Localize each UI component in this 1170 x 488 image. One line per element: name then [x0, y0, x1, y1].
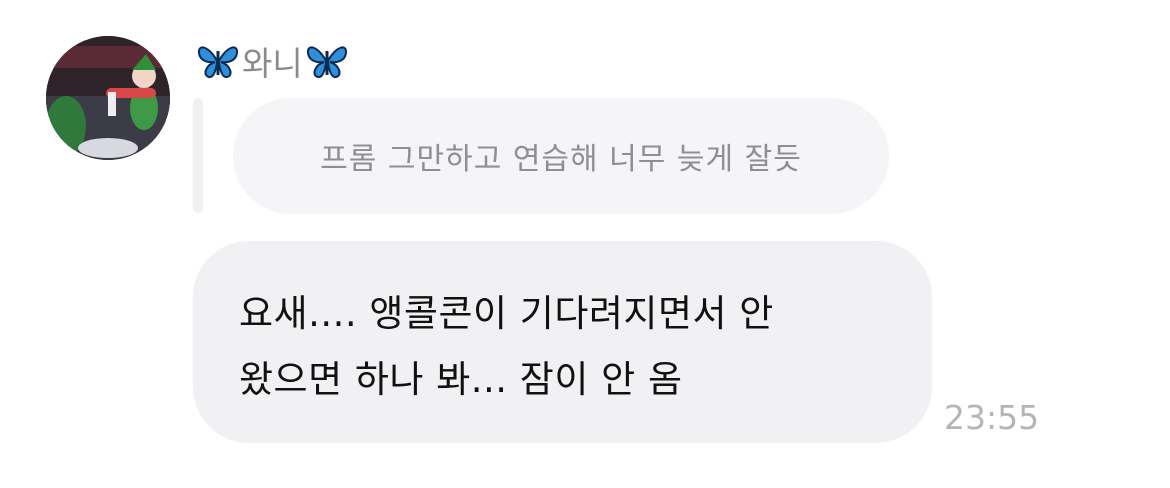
message-line: 요새.... 앵콜콘이 기다려지면서 안 [239, 292, 774, 335]
quoted-reply-text: 프롬 그만하고 연습해 너무 늦게 잘듯 [320, 142, 802, 177]
message-bubble[interactable]: 요새.... 앵콜콘이 기다려지면서 안 왔으면 하나 봐... 잠이 안 옴 [193, 241, 932, 443]
quoted-reply-bubble[interactable]: 프롬 그만하고 연습해 너무 늦게 잘듯 [233, 98, 889, 214]
message-line: 왔으면 하나 봐... 잠이 안 옴 [239, 358, 683, 401]
butterfly-icon [306, 46, 347, 79]
butterfly-icon [197, 46, 239, 79]
reply-indicator-bar [193, 98, 203, 213]
sender-name: 와니 [242, 44, 303, 83]
sender-avatar[interactable] [46, 36, 170, 160]
message-timestamp: 23:55 [944, 398, 1040, 437]
sender-name-row: 와니 [196, 38, 349, 84]
avatar-photo [46, 36, 170, 160]
